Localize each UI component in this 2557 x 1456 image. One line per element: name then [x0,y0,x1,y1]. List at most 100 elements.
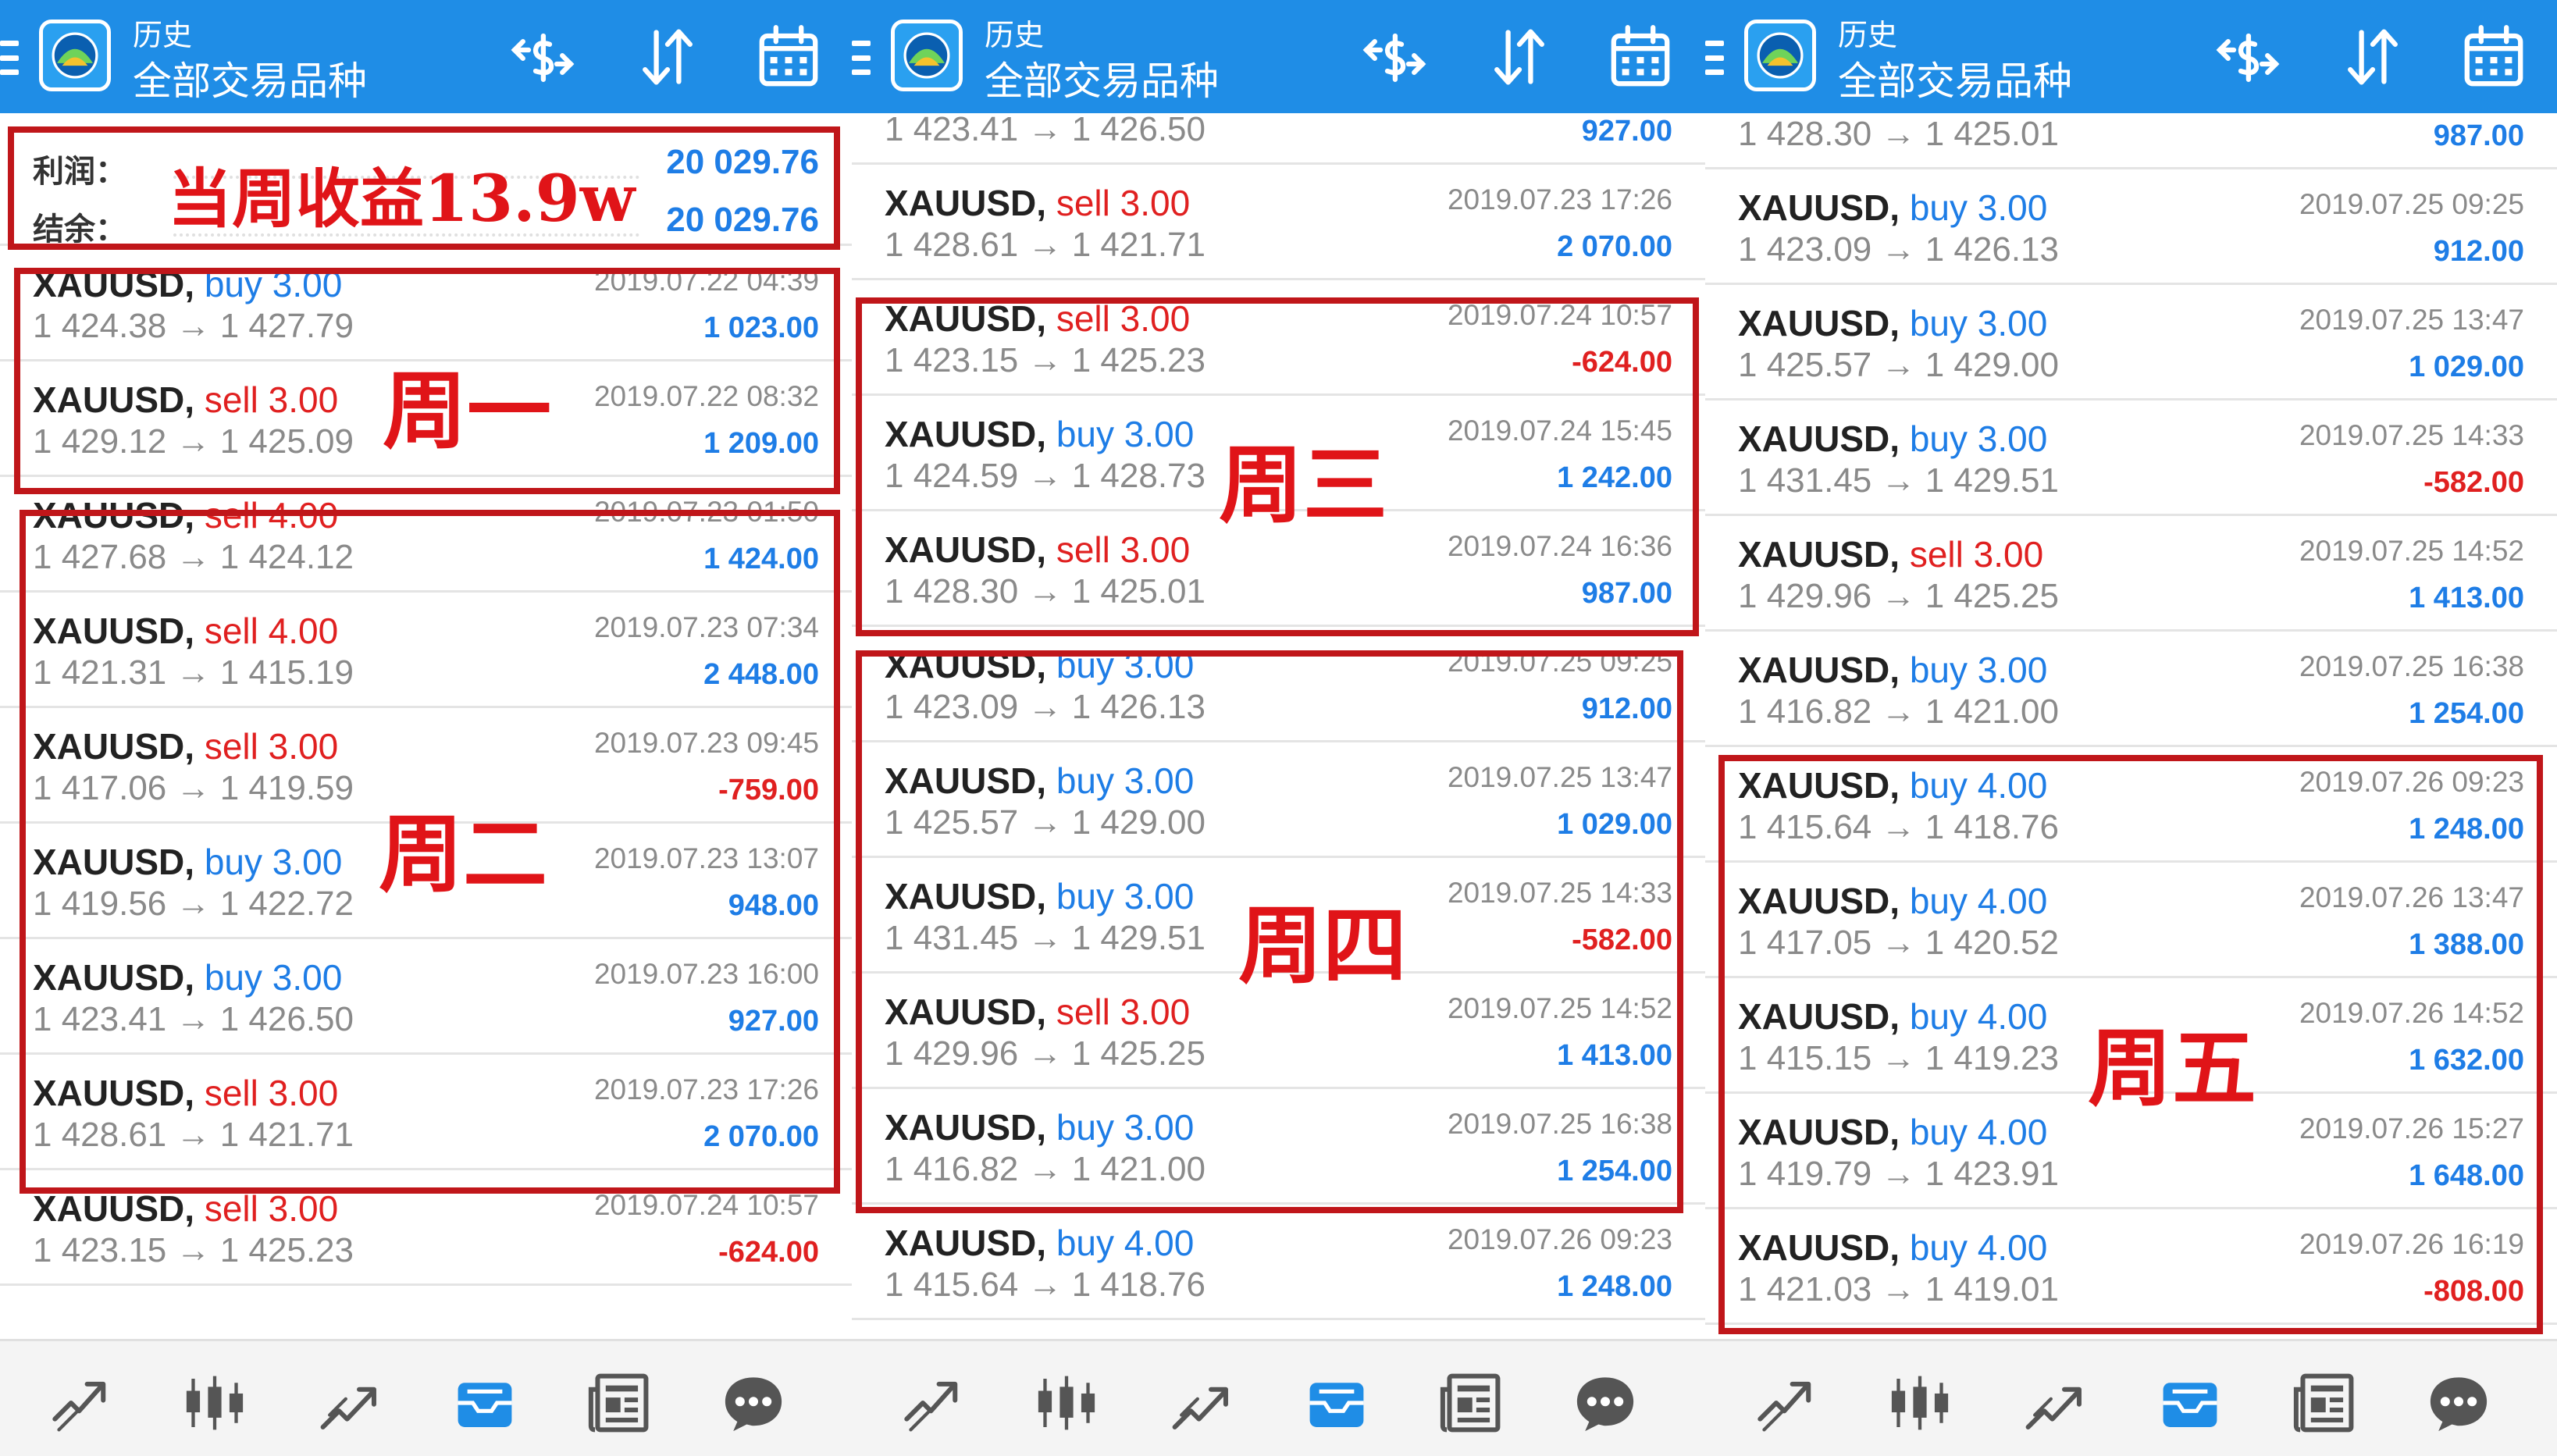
trade-time: 2019.07.25 14:52 [2299,535,2524,567]
currency-exchange-icon[interactable] [507,22,578,92]
symbol-name: XAUUSD, [1738,881,1900,921]
trade-row[interactable]: XAUUSD, buy 4.00 1 421.03 → 1 419.01 2019.… [1705,1209,2557,1325]
menu-icon[interactable] [1705,41,1724,75]
news-icon[interactable] [2291,1369,2358,1436]
trade-side: sell [1056,991,1110,1032]
trade-profit: 1 242.00 [1557,461,1672,494]
trade-time: 2019.07.25 09:25 [1447,646,1672,678]
symbol-name: XAUUSD, [1738,303,1900,344]
trade-row[interactable]: XAUUSD, buy 3.001 423.41 → 1 426.502019.… [852,113,1705,165]
trade-prices: 1 415.64 → 1 418.76 [1738,808,2059,846]
trade-row[interactable]: XAUUSD, sell 4.00 1 421.31 → 1 415.19 2019… [0,593,852,708]
trade-prices: 1 421.03 → 1 419.01 [1738,1270,2059,1308]
trade-row[interactable]: XAUUSD, sell 3.00 1 423.15 → 1 425.23 2019… [0,1170,852,1286]
trade-row[interactable]: XAUUSD, sell 3.00 1 429.96 → 1 425.25 2019… [1705,516,2557,632]
trade-row[interactable]: XAUUSD, sell 4.00 1 427.68 → 1 424.12 2019… [0,477,852,593]
trade-side: sell [1056,183,1110,223]
trade-symbol: XAUUSD, buy 3.00 [1738,187,2047,229]
trade-profit: 1 648.00 [2409,1159,2524,1192]
app-header: 历史 全部交易品种 [0,0,852,113]
trade-profit: -582.00 [1572,924,1672,956]
trade-row[interactable]: XAUUSD, buy 4.00 1 417.05 → 1 420.52 2019.… [1705,863,2557,978]
trade-time: 2019.07.26 09:23 [2299,766,2524,798]
calendar-icon[interactable] [1605,22,1676,92]
app-header: 历史 全部交易品种 [1705,0,2557,113]
trade-profit: 2 070.00 [703,1120,819,1153]
trade-volume: 3.00 [1124,414,1195,454]
trade-volume: 3.00 [1120,183,1191,223]
quotes-icon[interactable] [47,1369,114,1436]
trade-symbol: XAUUSD, buy 4.00 [1738,764,2047,806]
symbol-name: XAUUSD, [33,495,195,536]
trade-row[interactable]: XAUUSD, buy 3.00 1 416.82 → 1 421.00 2019.… [852,1089,1705,1205]
symbol-name: XAUUSD, [885,645,1047,685]
chat-icon[interactable] [1572,1369,1639,1436]
calendar-icon[interactable] [753,22,824,92]
trade-history-list[interactable]: 利润： 20 029.76 结余： 20 029.76 XAUUSD, buy … [0,113,852,1339]
trade-row[interactable]: XAUUSD, sell 3.00 1 428.61 → 1 421.71 2019… [852,165,1705,280]
trade-icon[interactable] [316,1369,383,1436]
symbol-name: XAUUSD, [33,1188,195,1229]
trade-profit: 927.00 [728,1005,819,1038]
sort-icon[interactable] [632,22,703,92]
trade-icon[interactable] [2021,1369,2089,1436]
history-icon[interactable] [1303,1369,1370,1436]
menu-icon[interactable] [852,41,871,75]
trade-row[interactable]: XAUUSD, buy 3.001 423.41 → 1 426.502019.… [0,939,852,1055]
trade-volume: 3.00 [1973,534,2044,575]
screen-3: 历史 全部交易品种 XAUUSD, sell 3.00 1 428.30 → 1 … [1705,0,2557,1456]
quotes-icon[interactable] [899,1369,966,1436]
trade-symbol: XAUUSD, buy 4.00 [1738,880,2047,922]
trade-profit: 1 254.00 [1557,1155,1672,1187]
trade-prices: 1 423.41 → 1 426.50 [885,113,1205,148]
trade-icon[interactable] [1168,1369,1235,1436]
history-icon[interactable] [2156,1369,2224,1436]
currency-exchange-icon[interactable] [2213,22,2283,92]
trade-row[interactable]: XAUUSD, buy 3.00 1 425.57 → 1 429.00 2019.… [1705,285,2557,400]
trade-row[interactable]: XAUUSD, buy 4.00 1 415.64 → 1 418.76 2019.… [1705,747,2557,863]
trade-side: sell [1056,529,1110,570]
trade-symbol: XAUUSD, buy 3.00 [33,841,342,883]
header-subtitle[interactable]: 全部交易品种 [985,50,1219,106]
trade-row[interactable]: XAUUSD, sell 3.00 1 423.15 → 1 425.23 2019… [852,280,1705,396]
trade-row[interactable]: XAUUSD, buy 4.00 1 415.64 → 1 418.76 2019.… [852,1205,1705,1320]
trade-time: 2019.07.25 09:25 [2299,188,2524,220]
trade-row[interactable]: XAUUSD, buy 3.00 1 416.82 → 1 421.00 2019.… [1705,632,2557,747]
trade-time: 2019.07.23 07:34 [593,611,819,643]
chat-icon[interactable] [2425,1369,2492,1436]
header-subtitle[interactable]: 全部交易品种 [133,50,367,106]
trade-row[interactable]: XAUUSD, buy 3.00 1 423.09 → 1 426.13 2019.… [852,627,1705,742]
news-icon[interactable] [1437,1369,1505,1436]
symbol-name: XAUUSD, [33,1073,195,1113]
trade-prices: 1 424.59 → 1 428.73 [885,457,1205,495]
trade-side: buy [204,842,262,882]
tuesday-annotation: 周二 [379,806,548,904]
trade-row[interactable]: XAUUSD, sell 3.001 428.30 → 1 425.012019… [1705,113,2557,169]
header-subtitle[interactable]: 全部交易品种 [1838,50,2072,106]
sort-icon[interactable] [1484,22,1554,92]
wednesday-annotation: 周三 [1219,437,1388,535]
chart-icon[interactable] [181,1369,248,1436]
trade-row[interactable]: XAUUSD, sell 3.00 1 428.61 → 1 421.71 2019… [0,1055,852,1170]
chart-icon[interactable] [1033,1369,1100,1436]
news-icon[interactable] [586,1369,653,1436]
bottom-nav [0,1339,852,1456]
chat-icon[interactable] [720,1369,787,1436]
trade-profit: 1 023.00 [703,311,819,344]
chart-icon[interactable] [1886,1369,1953,1436]
currency-exchange-icon[interactable] [1359,22,1430,92]
trade-history-list[interactable]: XAUUSD, buy 3.00 1 423.41 → 1 426.50 2019.… [852,113,1705,1339]
trade-prices: 1 415.64 → 1 418.76 [885,1266,1205,1304]
sort-icon[interactable] [2338,22,2408,92]
trade-row[interactable]: XAUUSD, buy 3.00 1 423.09 → 1 426.13 2019.… [1705,169,2557,285]
trade-history-list[interactable]: XAUUSD, sell 3.00 1 428.30 → 1 425.01 2019… [1705,113,2557,1339]
history-icon[interactable] [451,1369,518,1436]
calendar-icon[interactable] [2459,22,2529,92]
trade-row[interactable]: XAUUSD, buy 3.00 1 425.57 → 1 429.00 2019.… [852,742,1705,858]
thursday-annotation: 周四 [1238,898,1408,995]
quotes-icon[interactable] [1752,1369,1819,1436]
trade-profit: 1 254.00 [2409,697,2524,730]
menu-icon[interactable] [0,41,19,75]
trade-symbol: XAUUSD, buy 3.00 [885,1106,1194,1148]
trade-row[interactable]: XAUUSD, buy 3.00 1 431.45 → 1 429.51 2019.… [1705,400,2557,516]
